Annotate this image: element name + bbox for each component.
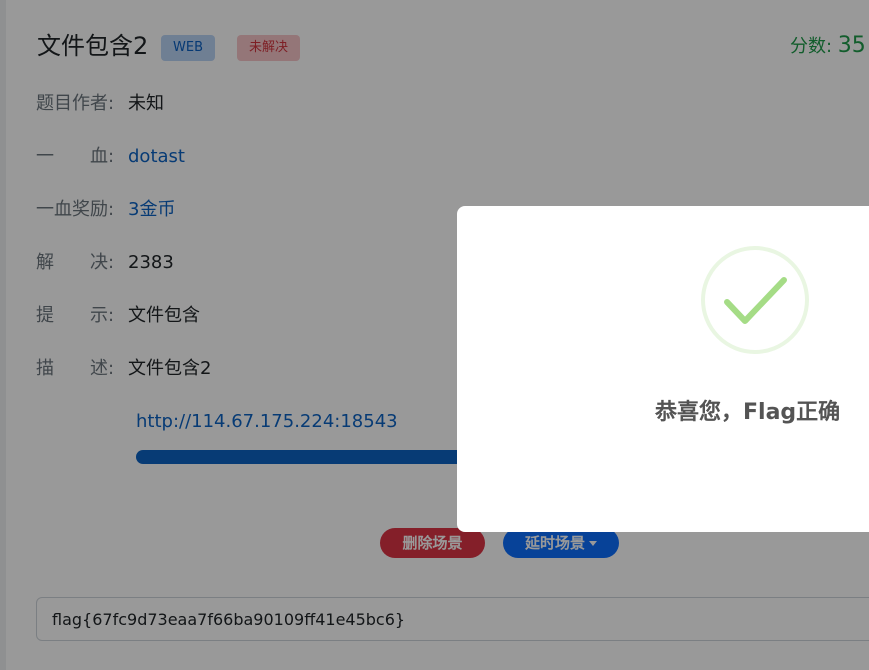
success-check-icon xyxy=(701,246,809,354)
modal-message: 恭喜您，Flag正确 xyxy=(655,400,841,425)
success-modal: 恭喜您，Flag正确 xyxy=(457,206,869,532)
